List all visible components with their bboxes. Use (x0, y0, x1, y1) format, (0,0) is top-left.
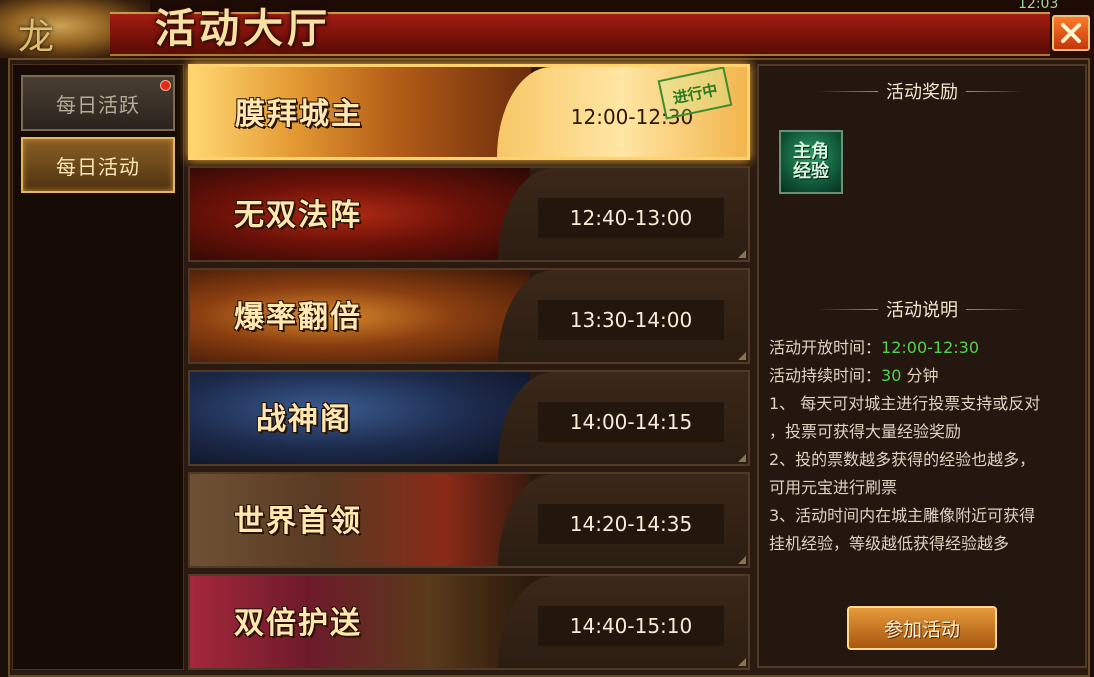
reward-heading: 活动奖励 (759, 76, 1085, 106)
activity-name: 世界首领 (234, 504, 362, 539)
rule-line: 1、 每天可对城主进行投票支持或反对 (769, 394, 1041, 413)
activity-row-wushuang[interactable]: 无双法阵 12:40-13:00 (188, 166, 750, 262)
rule-line: 可用元宝进行刷票 (769, 478, 898, 497)
corner-marker (738, 250, 746, 258)
tab-daily-activity[interactable]: 每日活动 (21, 137, 175, 193)
divider (966, 308, 1026, 310)
duration-value: 30 (881, 366, 902, 385)
open-time-value: 12:00-12:30 (881, 338, 980, 357)
reward-item-line1: 主角 (793, 141, 829, 162)
rule-line: 2、投的票数越多获得的经验也越多， (769, 450, 1036, 469)
activity-row-zhanshen[interactable]: 战神阁 14:00-14:15 (188, 370, 750, 466)
activity-name: 无双法阵 (234, 198, 362, 233)
activity-row-shijie[interactable]: 世界首领 14:20-14:35 (188, 472, 750, 568)
duration-label: 活动持续时间： (769, 366, 882, 385)
corner-marker (738, 658, 746, 666)
rule-line: 3、活动时间内在城主雕像附近可获得 (769, 506, 1036, 525)
activity-name: 双倍护送 (234, 606, 362, 641)
divider (818, 308, 878, 310)
rule-line: 挂机经验，等级越低获得经验越多 (769, 534, 1010, 553)
activity-time: 13:30-14:00 (538, 300, 724, 340)
close-icon (1061, 23, 1081, 43)
tab-label: 每日活动 (56, 154, 140, 179)
duration-unit: 分钟 (901, 366, 939, 385)
description-heading-text: 活动说明 (886, 300, 958, 321)
activity-time: 14:00-14:15 (538, 402, 724, 442)
activity-list: 膜拜城主 12:00-12:30 进行中 无双法阵 12:40-13:00 爆率… (188, 64, 750, 670)
divider (818, 90, 878, 92)
activity-row-baolv[interactable]: 爆率翻倍 13:30-14:00 (188, 268, 750, 364)
activity-time: 12:40-13:00 (538, 198, 724, 238)
corner-marker (738, 454, 746, 462)
activity-row-hushong[interactable]: 双倍护送 14:40-15:10 (188, 574, 750, 670)
activity-time: 14:20-14:35 (538, 504, 724, 544)
clock: 12:03 (1018, 0, 1059, 12)
tab-sidebar: 每日活跃 每日活动 (12, 64, 184, 670)
tab-daily-active[interactable]: 每日活跃 (21, 75, 175, 131)
rule-line: ，投票可获得大量经验奖励 (769, 422, 962, 441)
activity-name: 膜拜城主 (235, 97, 363, 132)
activity-name: 战神阁 (256, 402, 352, 437)
reward-heading-text: 活动奖励 (886, 82, 958, 103)
open-time-label: 活动开放时间： (769, 338, 882, 357)
activity-banner-art (190, 372, 530, 464)
duration-line: 活动持续时间：30 分钟 (769, 362, 938, 386)
tab-label: 每日活跃 (56, 92, 140, 117)
corner-marker (738, 556, 746, 564)
activity-name: 爆率翻倍 (234, 300, 362, 335)
join-activity-button[interactable]: 参加活动 (847, 606, 997, 650)
window-title: 活动大厅 (155, 5, 331, 52)
activity-time: 14:40-15:10 (538, 606, 724, 646)
divider (966, 90, 1026, 92)
activity-row-mobai[interactable]: 膜拜城主 12:00-12:30 进行中 (188, 64, 750, 160)
open-time-line: 活动开放时间：12:00-12:30 (769, 334, 979, 358)
description-heading: 活动说明 (759, 294, 1085, 324)
close-button[interactable] (1052, 15, 1090, 51)
corner-marker (738, 352, 746, 360)
activity-detail-panel: 活动奖励 主角 经验 活动说明 活动开放时间：12:00-12:30 活动持续时… (757, 64, 1087, 668)
reward-item-line2: 经验 (793, 161, 829, 182)
title-bar: 龙 活动大厅 12:03 (0, 0, 1094, 58)
reward-item-exp[interactable]: 主角 经验 (779, 130, 843, 194)
notification-dot (160, 80, 171, 91)
